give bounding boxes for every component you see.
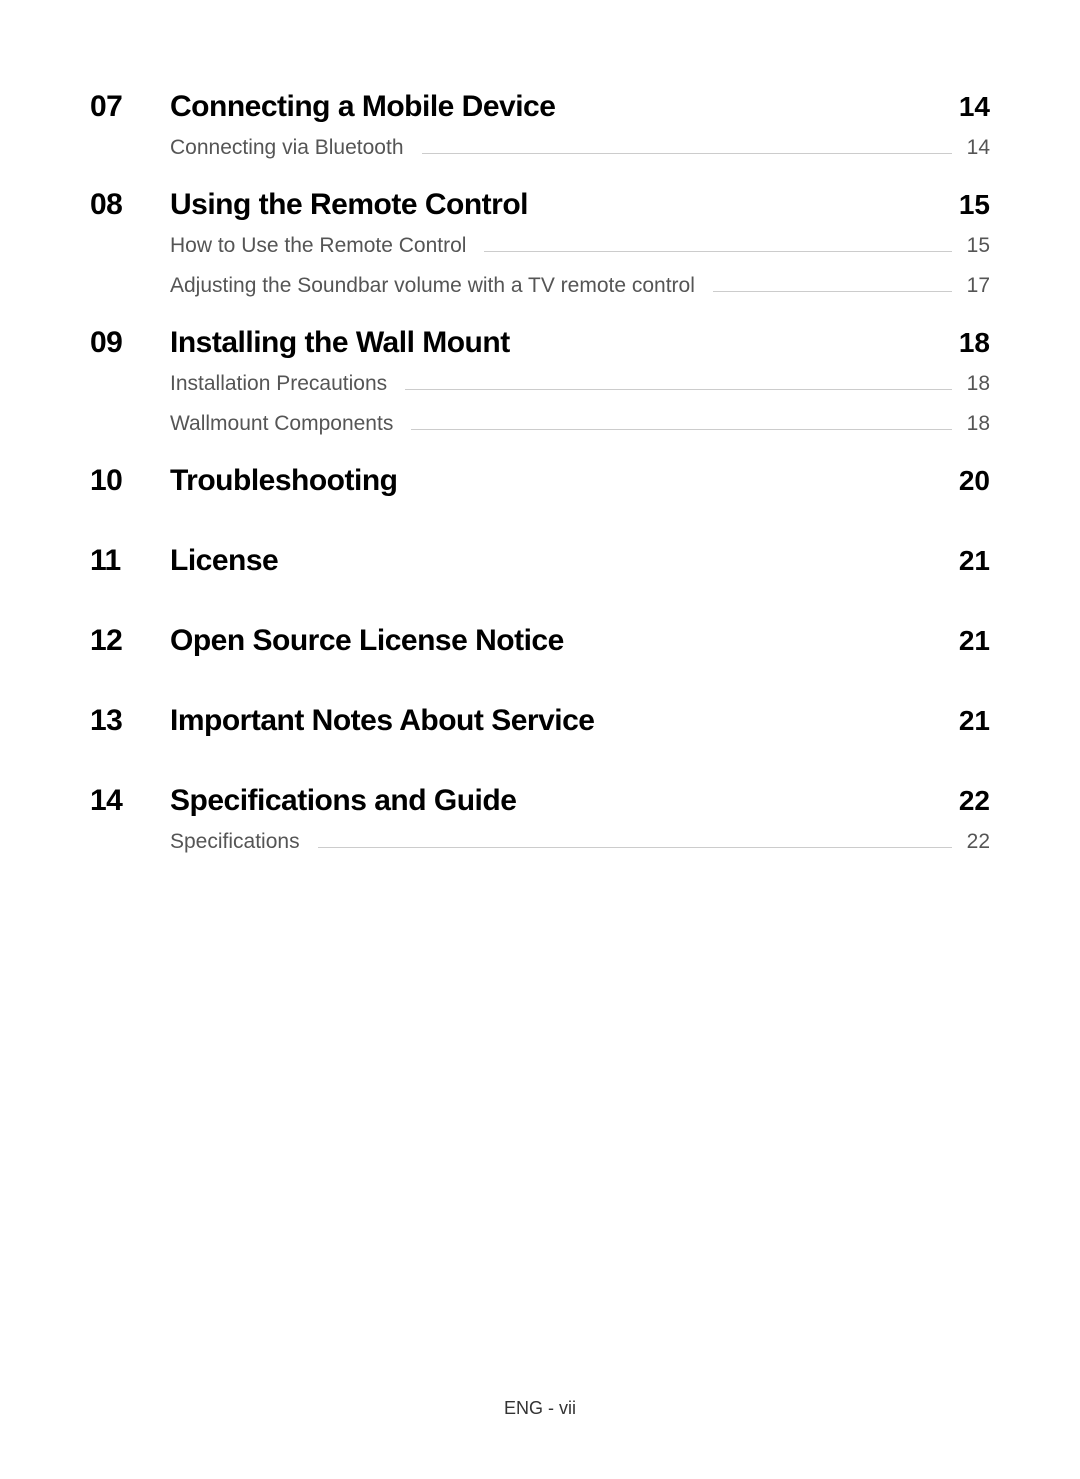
section-title-row: Installing the Wall Mount 18 bbox=[170, 326, 990, 360]
leader-line bbox=[405, 389, 952, 390]
toc-sub-container: Installation Precautions 18 Wallmount Co… bbox=[170, 372, 990, 436]
section-title-row: Important Notes About Service 21 bbox=[170, 704, 990, 738]
section-page: 22 bbox=[959, 785, 990, 817]
section-number: 07 bbox=[90, 90, 170, 124]
toc-sub-container: Specifications 22 bbox=[170, 830, 990, 854]
sub-page: 17 bbox=[964, 274, 990, 298]
toc-sub-item: Wallmount Components 18 bbox=[170, 412, 990, 436]
section-page: 21 bbox=[959, 705, 990, 737]
section-page: 21 bbox=[959, 545, 990, 577]
toc-section: 14 Specifications and Guide 22 bbox=[90, 784, 990, 818]
toc-section: 08 Using the Remote Control 15 bbox=[90, 188, 990, 222]
leader-line bbox=[713, 291, 952, 292]
toc-sub-item: Connecting via Bluetooth 14 bbox=[170, 136, 990, 160]
sub-title: Installation Precautions bbox=[170, 372, 387, 396]
sub-page: 18 bbox=[964, 372, 990, 396]
section-title: Specifications and Guide bbox=[170, 784, 516, 818]
toc-sub-container: How to Use the Remote Control 15 Adjusti… bbox=[170, 234, 990, 298]
section-title: Connecting a Mobile Device bbox=[170, 90, 555, 124]
sub-page: 22 bbox=[964, 830, 990, 854]
toc-sub-item: Installation Precautions 18 bbox=[170, 372, 990, 396]
section-title: License bbox=[170, 544, 278, 578]
section-title-row: Connecting a Mobile Device 14 bbox=[170, 90, 990, 124]
sub-title: Wallmount Components bbox=[170, 412, 393, 436]
sub-title: Adjusting the Soundbar volume with a TV … bbox=[170, 274, 695, 298]
sub-title: How to Use the Remote Control bbox=[170, 234, 466, 258]
toc-section: 13 Important Notes About Service 21 bbox=[90, 704, 990, 738]
toc-section: 11 License 21 bbox=[90, 544, 990, 578]
sub-title: Specifications bbox=[170, 830, 300, 854]
section-page: 14 bbox=[959, 91, 990, 123]
toc-section: 10 Troubleshooting 20 bbox=[90, 464, 990, 498]
section-title: Open Source License Notice bbox=[170, 624, 564, 658]
section-number: 09 bbox=[90, 326, 170, 360]
toc-section: 07 Connecting a Mobile Device 14 bbox=[90, 90, 990, 124]
section-title-row: Troubleshooting 20 bbox=[170, 464, 990, 498]
section-number: 13 bbox=[90, 704, 170, 738]
section-number: 12 bbox=[90, 624, 170, 658]
sub-page: 18 bbox=[964, 412, 990, 436]
section-title: Important Notes About Service bbox=[170, 704, 594, 738]
leader-line bbox=[422, 153, 953, 154]
toc-sub-item: How to Use the Remote Control 15 bbox=[170, 234, 990, 258]
leader-line bbox=[318, 847, 952, 848]
toc-section: 09 Installing the Wall Mount 18 bbox=[90, 326, 990, 360]
section-number: 14 bbox=[90, 784, 170, 818]
sub-title: Connecting via Bluetooth bbox=[170, 136, 404, 160]
section-title: Troubleshooting bbox=[170, 464, 397, 498]
section-page: 18 bbox=[959, 327, 990, 359]
sub-page: 14 bbox=[964, 136, 990, 160]
section-title-row: Open Source License Notice 21 bbox=[170, 624, 990, 658]
toc-section: 12 Open Source License Notice 21 bbox=[90, 624, 990, 658]
section-number: 08 bbox=[90, 188, 170, 222]
section-number: 10 bbox=[90, 464, 170, 498]
section-title-row: Using the Remote Control 15 bbox=[170, 188, 990, 222]
section-page: 15 bbox=[959, 189, 990, 221]
toc-sub-item: Specifications 22 bbox=[170, 830, 990, 854]
leader-line bbox=[484, 251, 952, 252]
table-of-contents: 07 Connecting a Mobile Device 14 Connect… bbox=[90, 90, 990, 882]
toc-sub-container: Connecting via Bluetooth 14 bbox=[170, 136, 990, 160]
leader-line bbox=[411, 429, 952, 430]
section-page: 21 bbox=[959, 625, 990, 657]
toc-sub-item: Adjusting the Soundbar volume with a TV … bbox=[170, 274, 990, 298]
section-page: 20 bbox=[959, 465, 990, 497]
section-title-row: Specifications and Guide 22 bbox=[170, 784, 990, 818]
sub-page: 15 bbox=[964, 234, 990, 258]
section-number: 11 bbox=[90, 544, 170, 578]
page-footer: ENG - vii bbox=[0, 1398, 1080, 1419]
section-title: Installing the Wall Mount bbox=[170, 326, 510, 360]
section-title-row: License 21 bbox=[170, 544, 990, 578]
section-title: Using the Remote Control bbox=[170, 188, 528, 222]
